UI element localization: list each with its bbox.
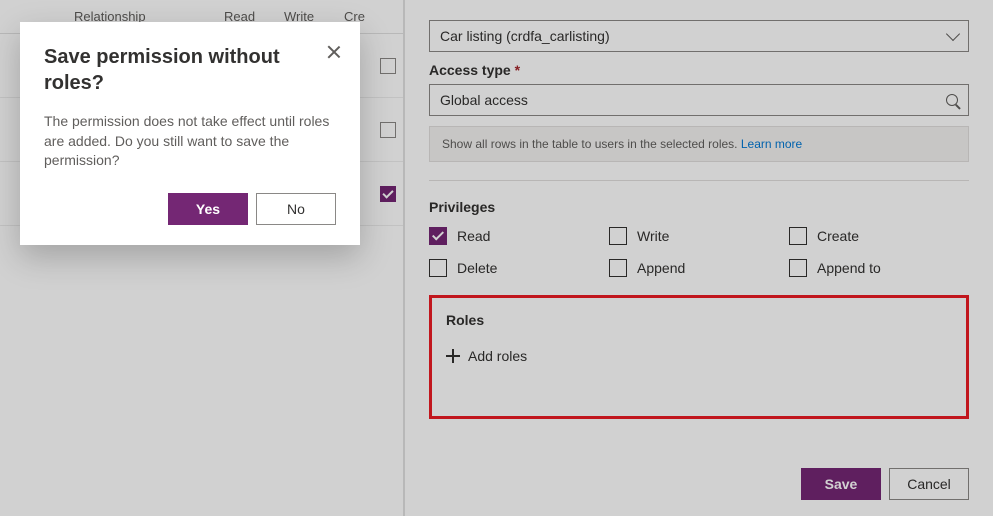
dialog-body: The permission does not take effect unti…: [44, 112, 336, 171]
yes-button[interactable]: Yes: [168, 193, 248, 225]
no-button[interactable]: No: [256, 193, 336, 225]
confirm-save-dialog: Save permission without roles? The permi…: [20, 22, 360, 245]
dialog-footer: Yes No: [44, 193, 336, 225]
dialog-title: Save permission without roles?: [44, 44, 336, 96]
close-icon[interactable]: [324, 42, 344, 62]
